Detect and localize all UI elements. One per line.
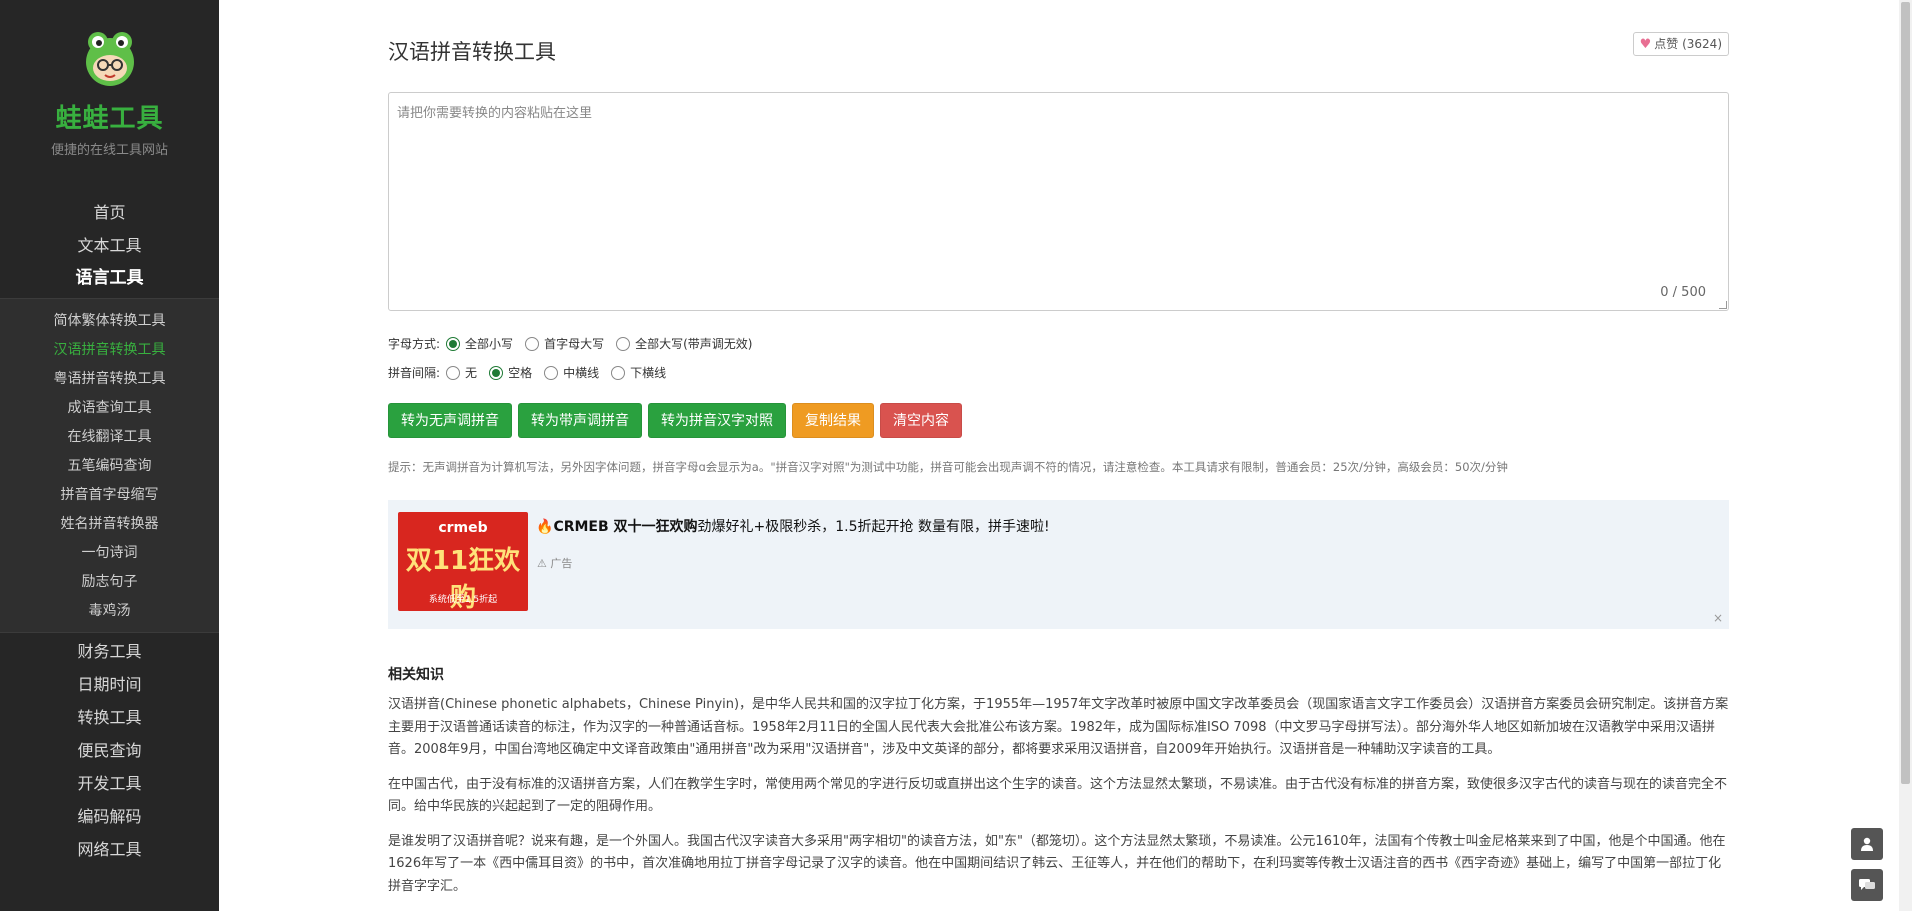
frog-logo-icon[interactable] — [80, 28, 140, 88]
radio-circle[interactable] — [446, 336, 461, 351]
radio-circle[interactable] — [525, 336, 540, 351]
compare-button[interactable]: 转为拼音汉字对照 — [648, 403, 786, 438]
knowledge-paragraph: 是谁发明了汉语拼音呢？说来有趣，是一个外国人。我国古代汉字读音大多采用"两字相切… — [388, 833, 1726, 894]
chat-icon — [1859, 879, 1875, 890]
nav-item-encode[interactable]: 编码解码 — [0, 800, 219, 833]
ad-title-rest: 劲爆好礼+极限秒杀，1.5折起开抢 数量有限，拼手速啦! — [697, 519, 1050, 535]
separator-label: 拼音间隔: — [388, 366, 441, 380]
input-container: 0 / 500 — [388, 92, 1729, 311]
subnav-item-motivational[interactable]: 励志句子 — [0, 568, 219, 597]
user-icon — [1861, 837, 1873, 851]
case-radio-capitalize[interactable]: 首字母大写 — [525, 335, 604, 352]
nav-item-dev[interactable]: 开发工具 — [0, 767, 219, 800]
subnav-item-cantonese[interactable]: 粤语拼音转换工具 — [0, 365, 219, 394]
radio-circle[interactable] — [611, 365, 626, 380]
page-title: 汉语拼音转换工具 — [388, 40, 556, 64]
case-label: 字母方式: — [388, 337, 441, 351]
scrollbar-thumb[interactable] — [1901, 2, 1910, 784]
radio-label: 下横线 — [630, 366, 667, 380]
clear-button[interactable]: 清空内容 — [880, 403, 962, 438]
nav-item-home[interactable]: 首页 — [0, 196, 219, 229]
ad-image[interactable]: crmeb 双11狂欢购 系统低至1.5折起 — [398, 512, 528, 611]
sep-radio-underscore[interactable]: 下横线 — [611, 364, 666, 381]
ad-label: ⚠ 广告 — [537, 555, 572, 571]
case-radio-lower[interactable]: 全部小写 — [446, 335, 513, 352]
radio-label: 无 — [465, 366, 478, 380]
case-radio-upper[interactable]: 全部大写(带声调无效) — [616, 335, 752, 352]
nav-item-convert[interactable]: 转换工具 — [0, 701, 219, 734]
flame-icon: 🔥 — [536, 519, 554, 535]
sep-radio-none[interactable]: 无 — [446, 364, 477, 381]
knowledge-paragraph: 在中国古代，由于没有标准的汉语拼音方案，人们在教学生字时，常使用两个常见的字进行… — [388, 776, 1728, 815]
nav-item-language-tools[interactable]: 语言工具 — [0, 262, 219, 295]
resize-handle[interactable] — [1719, 301, 1727, 309]
ad-label-text: 广告 — [550, 557, 573, 570]
separator-options: 拼音间隔: 无 空格 中横线 下横线 — [388, 364, 678, 381]
radio-circle[interactable] — [446, 365, 461, 380]
subnav-item-translate[interactable]: 在线翻译工具 — [0, 423, 219, 452]
brand-subtitle: 便捷的在线工具网站 — [50, 143, 168, 158]
chat-button[interactable] — [1851, 869, 1883, 901]
sidebar: 蛙蛙工具 便捷的在线工具网站 首页 文本工具 语言工具 简体繁体转换工具 汉语拼… — [0, 0, 219, 911]
radio-circle[interactable] — [489, 365, 504, 380]
no-tone-button[interactable]: 转为无声调拼音 — [388, 403, 512, 438]
radio-circle[interactable] — [544, 365, 559, 380]
radio-label: 全部大写(带声调无效) — [635, 337, 753, 351]
nav-item-network[interactable]: 网络工具 — [0, 833, 219, 866]
subnav-item-simplified-traditional[interactable]: 简体繁体转换工具 — [0, 307, 219, 336]
knowledge-title: 相关知识 — [388, 667, 444, 683]
sep-radio-hyphen[interactable]: 中横线 — [544, 364, 599, 381]
ad-title-bold: CRMEB 双十一狂欢购 — [553, 519, 698, 535]
knowledge-paragraph: 汉语拼音(Chinese phonetic alphabets，Chinese … — [388, 697, 1729, 757]
related-knowledge: 相关知识 汉语拼音(Chinese phonetic alphabets，Chi… — [388, 664, 1729, 910]
ad-image-brand: crmeb — [438, 520, 488, 536]
heart-icon: ♥ — [1639, 37, 1652, 52]
subnav-item-name-pinyin[interactable]: 姓名拼音转换器 — [0, 510, 219, 539]
pinyin-input[interactable] — [389, 93, 1728, 310]
subnav-item-idiom[interactable]: 成语查询工具 — [0, 394, 219, 423]
nav-item-query[interactable]: 便民查询 — [0, 734, 219, 767]
nav-item-finance[interactable]: 财务工具 — [0, 635, 219, 668]
language-subnav: 简体繁体转换工具 汉语拼音转换工具 粤语拼音转换工具 成语查询工具 在线翻译工具… — [0, 298, 219, 633]
usage-tip: 提示：无声调拼音为计算机写法，另外因字体问题，拼音字母ɑ会显示为a。"拼音汉字对… — [388, 460, 1508, 474]
copy-button[interactable]: 复制结果 — [792, 403, 874, 438]
nav-item-datetime[interactable]: 日期时间 — [0, 668, 219, 701]
ad-mark-icon: ⚠ — [537, 557, 547, 570]
ad-image-caption: 系统低至1.5折起 — [428, 595, 498, 605]
like-button[interactable]: ♥ 点赞 (3624) — [1632, 32, 1729, 56]
subnav-item-pinyin[interactable]: 汉语拼音转换工具 — [0, 336, 219, 365]
radio-label: 中横线 — [563, 366, 600, 380]
char-counter: 0 / 500 — [1660, 285, 1706, 300]
sep-radio-space[interactable]: 空格 — [489, 364, 532, 381]
radio-circle[interactable] — [616, 336, 631, 351]
action-buttons: 转为无声调拼音 转为带声调拼音 转为拼音汉字对照 复制结果 清空内容 — [388, 403, 968, 438]
page-scrollbar[interactable] — [1899, 0, 1912, 911]
subnav-item-poem[interactable]: 一句诗词 — [0, 539, 219, 568]
radio-label: 空格 — [508, 366, 533, 380]
ad-title[interactable]: 🔥CRMEB 双十一狂欢购劲爆好礼+极限秒杀，1.5折起开抢 数量有限，拼手速啦… — [536, 516, 1050, 536]
subnav-item-chicken-soup[interactable]: 毒鸡汤 — [0, 597, 219, 626]
brand-title[interactable]: 蛙蛙工具 — [0, 98, 219, 135]
ad-close-icon[interactable]: × — [1713, 611, 1723, 625]
ad-banner[interactable]: crmeb 双11狂欢购 系统低至1.5折起 🔥CRMEB 双十一狂欢购劲爆好礼… — [388, 500, 1729, 629]
user-button[interactable] — [1851, 828, 1883, 860]
case-options: 字母方式: 全部小写 首字母大写 全部大写(带声调无效) — [388, 335, 764, 352]
radio-label: 全部小写 — [465, 337, 514, 351]
nav-item-text-tools[interactable]: 文本工具 — [0, 229, 219, 262]
subnav-item-initials[interactable]: 拼音首字母缩写 — [0, 481, 219, 510]
with-tone-button[interactable]: 转为带声调拼音 — [518, 403, 642, 438]
sidebar-nav: 首页 文本工具 语言工具 简体繁体转换工具 汉语拼音转换工具 粤语拼音转换工具 … — [0, 196, 219, 866]
radio-label: 首字母大写 — [544, 337, 605, 351]
brand: 蛙蛙工具 便捷的在线工具网站 — [0, 28, 219, 158]
subnav-item-wubi[interactable]: 五笔编码查询 — [0, 452, 219, 481]
like-label: 点赞 (3624) — [1654, 37, 1722, 51]
